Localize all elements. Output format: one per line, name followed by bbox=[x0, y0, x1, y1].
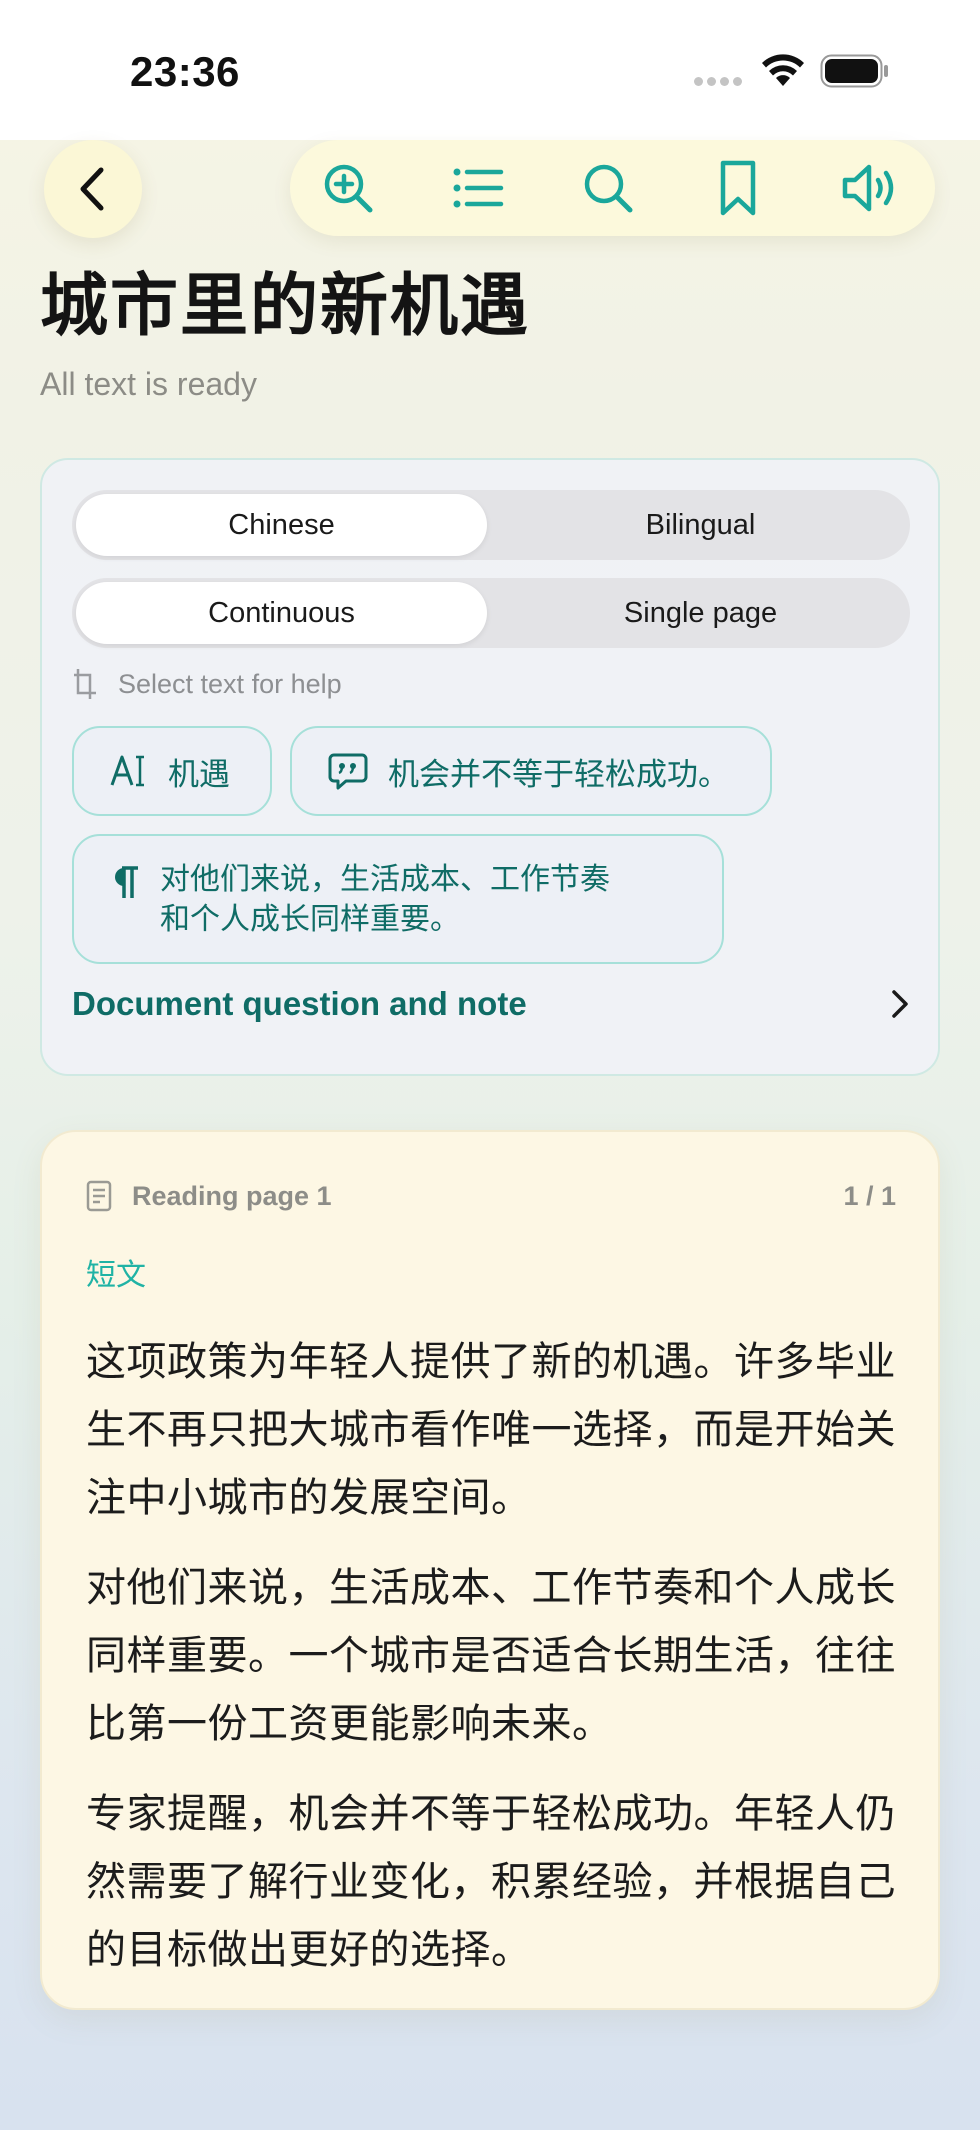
language-option-bilingual[interactable]: Bilingual bbox=[495, 494, 906, 556]
paragraph-help-line2: 和个人成长同样重要。 bbox=[160, 902, 460, 937]
word-help-chip[interactable]: 机遇 bbox=[72, 726, 272, 816]
bookmark-icon bbox=[720, 160, 756, 216]
section-tag: 短文 bbox=[86, 1258, 146, 1293]
status-text: All text is ready bbox=[40, 366, 257, 402]
paragraph[interactable]: 对他们来说，生活成本、工作节奏和个人成长同样重要。一个城市是否适合长期生活，往往… bbox=[86, 1554, 904, 1758]
language-option-chinese[interactable]: Chinese bbox=[76, 494, 487, 556]
document-question-label: Document question and note bbox=[72, 985, 527, 1022]
page-title: 城市里的新机遇 bbox=[40, 267, 531, 346]
selection-hint: Select text for help bbox=[72, 664, 342, 704]
language-mode-toggle: Chinese Bilingual bbox=[72, 490, 910, 560]
contents-button[interactable] bbox=[450, 160, 506, 216]
reading-page-card: Reading page 1 1 / 1 短文 这项政策为年轻人提供了新的机遇。… bbox=[40, 1130, 940, 2010]
crop-select-icon bbox=[74, 669, 96, 699]
status-time: 23:36 bbox=[130, 48, 240, 95]
battery-icon bbox=[820, 54, 888, 88]
reading-text[interactable]: 这项政策为年轻人提供了新的机遇。许多毕业生不再只把大城市看作唯一选择，而是开始关… bbox=[86, 1328, 904, 2006]
layout-option-single-page[interactable]: Single page bbox=[495, 582, 906, 644]
text-cursor-icon bbox=[110, 755, 144, 787]
selection-hint-text: Select text for help bbox=[118, 668, 342, 699]
chevron-left-icon bbox=[80, 167, 104, 211]
speaker-icon bbox=[842, 164, 894, 212]
chat-quote-icon bbox=[328, 753, 368, 790]
wifi-icon bbox=[762, 54, 804, 86]
search-icon bbox=[584, 164, 633, 213]
paragraph[interactable]: 这项政策为年轻人提供了新的机遇。许多毕业生不再只把大城市看作唯一选择，而是开始关… bbox=[86, 1328, 904, 1532]
paragraph-help-chip[interactable]: 对他们来说，生活成本、工作节奏 和个人成长同样重要。 bbox=[72, 834, 724, 964]
paragraph[interactable]: 专家提醒，机会并不等于轻松成功。年轻人仍然需要了解行业变化，积累经验，并根据自己… bbox=[86, 1780, 904, 1984]
paragraph-help-text: 对他们来说，生活成本、工作节奏 和个人成长同样重要。 bbox=[160, 860, 610, 940]
search-button[interactable] bbox=[580, 160, 636, 216]
word-help-label: 机遇 bbox=[168, 756, 230, 793]
bookmark-button[interactable] bbox=[710, 160, 766, 216]
sentence-help-label: 机会并不等于轻松成功。 bbox=[388, 756, 729, 793]
zoom-in-icon bbox=[324, 164, 373, 213]
read-aloud-button[interactable] bbox=[840, 160, 904, 216]
back-button[interactable] bbox=[44, 140, 142, 238]
paragraph-help-line1: 对他们来说，生活成本、工作节奏 bbox=[160, 862, 610, 897]
status-bar: 23:36 bbox=[0, 0, 980, 140]
reading-options-panel: Chinese Bilingual Continuous Single page… bbox=[40, 458, 940, 1076]
layout-option-continuous[interactable]: Continuous bbox=[76, 582, 487, 644]
list-icon bbox=[453, 168, 504, 208]
document-question-link[interactable]: Document question and note bbox=[72, 974, 912, 1034]
page-counter: 1 / 1 bbox=[843, 1180, 896, 1211]
chevron-right-icon bbox=[892, 990, 908, 1018]
reading-page-header: Reading page 1 1 / 1 bbox=[86, 1176, 896, 1216]
cellular-signal-icon bbox=[694, 77, 744, 87]
page-icon bbox=[86, 1180, 112, 1212]
paragraph-icon bbox=[115, 866, 138, 898]
layout-mode-toggle: Continuous Single page bbox=[72, 578, 910, 648]
zoom-in-button[interactable] bbox=[320, 160, 376, 216]
sentence-help-chip[interactable]: 机会并不等于轻松成功。 bbox=[290, 726, 772, 816]
reader-toolbar bbox=[290, 140, 935, 236]
reading-page-label: Reading page 1 bbox=[132, 1180, 332, 1211]
